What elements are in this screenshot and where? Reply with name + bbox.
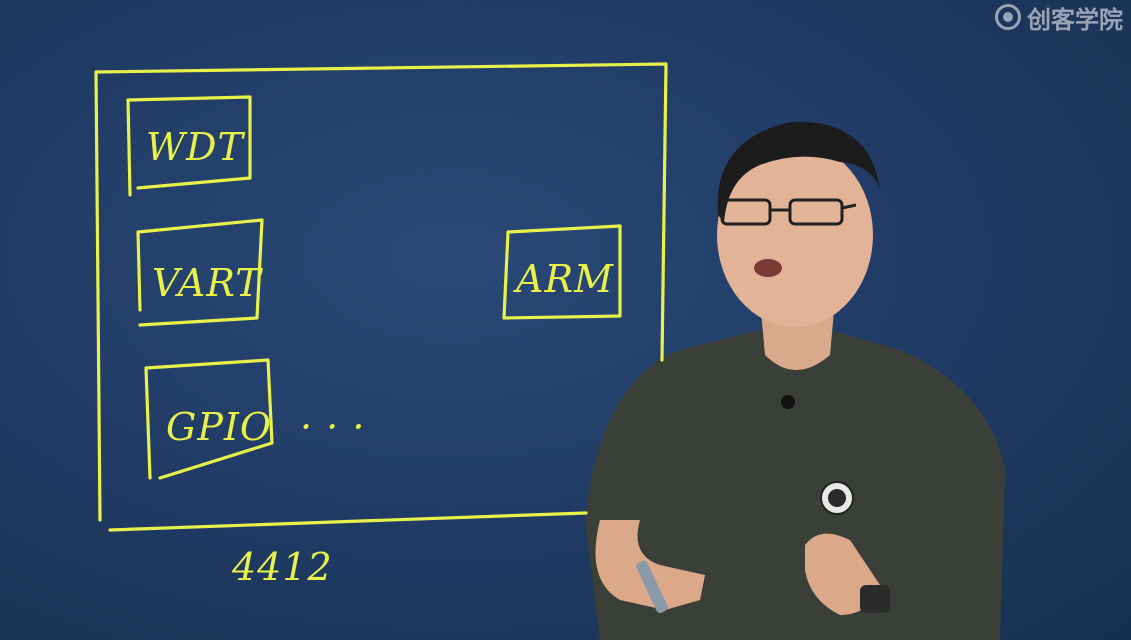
box-arm: ARM (502, 224, 622, 320)
presenter (585, 121, 1005, 640)
box-wdt-label: WDT (146, 125, 246, 169)
box-vart-label: VART (152, 261, 263, 305)
video-frame: 创客学院 WDT VART GPIO · · · ARM 4412 (0, 0, 1131, 640)
box-gpio: GPIO (144, 358, 274, 480)
ellipsis-mark: · · · (300, 405, 365, 449)
box-wdt: WDT (126, 95, 252, 197)
box-arm-label: ARM (513, 257, 614, 301)
board-caption: 4412 (231, 545, 333, 589)
blackboard-drawing: WDT VART GPIO · · · ARM 4412 (94, 62, 1005, 640)
box-gpio-label: GPIO (166, 405, 272, 449)
box-vart: VART (136, 218, 264, 327)
